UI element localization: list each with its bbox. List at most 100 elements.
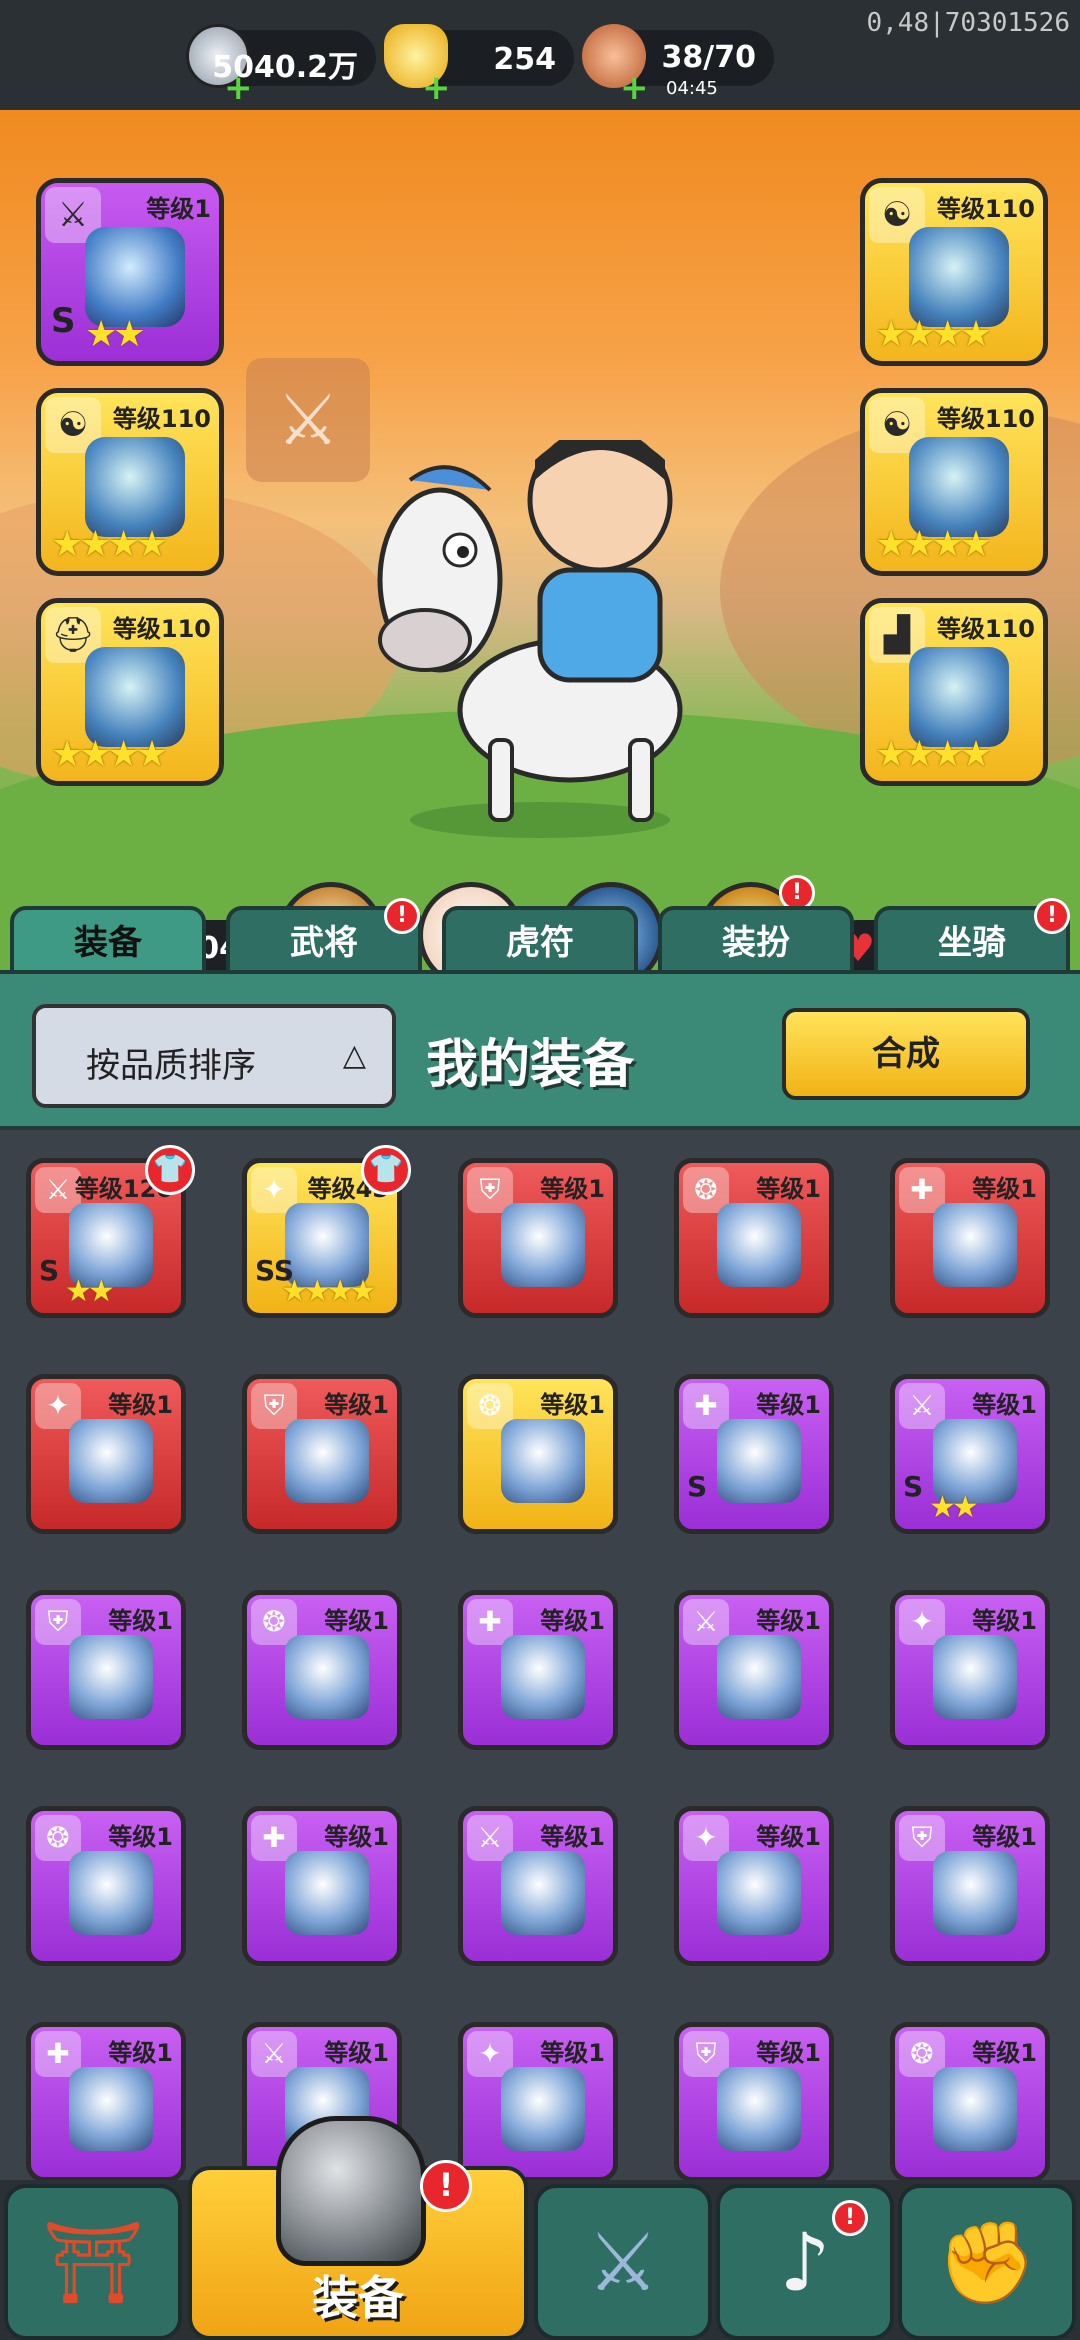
equipped-shirt-icon: 👕 [145,1145,195,1195]
equipment-panel-header: 按品质排序 △ 我的装备 合成 [0,970,1080,1130]
tab-tiger-tally[interactable]: 虎符 [442,906,638,978]
equipment-item[interactable]: ⛨ 等级1 [674,2022,834,2182]
locked-weapon-slot-icon[interactable]: ⚔ [246,358,370,482]
equipment-art-icon [69,2067,153,2151]
slot-stars: ★★★★ [875,524,992,565]
equipment-grid: ⚔ 等级120 S ★★ 👕 ✦ 等级45 SS ★★★★ 👕 ⛨ 等级1 ❂ 等级1 ✚ 等级1 ✦ 等级1 ⛨ 等… [0,1134,1080,2184]
sort-label: 按品质排序 [86,1046,256,1086]
equipment-grade: S [687,1470,708,1503]
nav-equipment-button[interactable]: 装备 ! [188,2116,528,2340]
slot-level: 等级110 [936,615,1035,643]
merge-button[interactable]: 合成 [782,1008,1030,1100]
add-gold-icon[interactable]: + [422,71,451,105]
equipment-level: 等级1 [756,1823,821,1851]
equipment-item[interactable]: ❂ 等级1 [890,2022,1050,2182]
equip-slot-accessory-3[interactable]: ☯ 等级110 ★★★★ [860,388,1048,576]
equipment-level: 等级1 [756,1391,821,1419]
mount-alert-badge: ! [1034,898,1070,934]
equipment-art-icon [501,2067,585,2151]
equipment-level: 等级1 [540,1823,605,1851]
nav-horn-button[interactable]: ♪ ! [716,2184,894,2340]
equipment-level: 等级1 [324,1607,389,1635]
equipment-item[interactable]: ❂ 等级1 [674,1158,834,1318]
equipment-item[interactable]: ⛨ 等级1 [242,1374,402,1534]
stamina-counter[interactable]: + 38/70 04:45 [582,24,774,105]
equipment-grade: S [903,1470,924,1503]
equipment-art-icon [933,1203,1017,1287]
equipment-item[interactable]: ❂ 等级1 [458,1374,618,1534]
bottom-navigation: ⛩ 装备 ! ⚔ ♪ ! ✊ [0,2116,1080,2340]
hero-scene: ⚔ 等级1 S ★★ ⚔ ☯ 等级110 ★★★★ ⛑ 等级110 ★★★★ ☯… [0,110,1080,970]
nav-upgrade-button[interactable]: ✊ [898,2184,1076,2340]
silver-counter[interactable]: + 5040.2万 [186,24,376,105]
equipment-item[interactable]: ⛨ 等级1 [458,1158,618,1318]
equipment-art-icon [717,1419,801,1503]
nav-equipment-label: 装备 [312,2271,404,2325]
equipment-level: 等级1 [108,2039,173,2067]
equipment-item[interactable]: ❂ 等级1 [26,1806,186,1966]
equipment-art-icon [69,1419,153,1503]
slot-stars: ★★★★ [51,524,168,565]
gate-icon: ⛩ [42,2216,144,2309]
equipment-art-icon [285,1635,369,1719]
game-screen: { "top": { "silver": "5040.2万", "gold": … [0,0,1080,2340]
hero-on-horse-image [377,440,683,838]
equip-slot-accessory-2[interactable]: ☯ 等级110 ★★★★ [860,178,1048,366]
nav-city-button[interactable]: ⛩ [4,2184,182,2340]
equipment-item[interactable]: ❂ 等级1 [242,1590,402,1750]
slot-level: 等级110 [112,615,211,643]
equipment-item[interactable]: ⛨ 等级1 [890,1806,1050,1966]
equipment-item[interactable]: ✦ 等级1 [890,1590,1050,1750]
sword-item-icon [85,227,185,327]
bracer-item-icon [909,437,1009,537]
equipment-art-icon [501,1419,585,1503]
equipment-item[interactable]: ✦ 等级45 SS ★★★★ 👕 [242,1145,411,1318]
helmet-icon [276,2116,426,2266]
shield-swords-icon: ⚔ [587,2216,659,2309]
slot-level: 等级110 [112,405,211,433]
equipment-level: 等级1 [972,1391,1037,1419]
equipment-item[interactable]: ✦ 等级1 [458,2022,618,2182]
equipment-item[interactable]: ✚ 等级1 [458,1590,618,1750]
equipment-art-icon [501,1203,585,1287]
boots-item-icon [909,647,1009,747]
version-label: 0,48|70301526 [866,8,1071,38]
equipment-level: 等级1 [540,1175,605,1203]
armor-item-icon [909,227,1009,327]
equipment-item[interactable]: ⚔ 等级1 S ★★ [890,1374,1050,1534]
equip-slot-weapon[interactable]: ⚔ 等级1 S ★★ [36,178,224,366]
equip-slot-helmet[interactable]: ⛑ 等级110 ★★★★ [36,598,224,786]
equipment-level: 等级1 [108,1391,173,1419]
nav-battle-button[interactable]: ⚔ [534,2184,712,2340]
equipment-item[interactable]: ✚ 等级1 S [674,1374,834,1534]
category-tabs: 装备 武将 ! 虎符 装扮 坐骑 ! [0,898,1080,978]
slot-stars: ★★★★ [875,314,992,355]
sort-by-quality-dropdown[interactable]: 按品质排序 △ [32,1004,396,1108]
equipment-item[interactable]: ✦ 等级1 [26,1374,186,1534]
equipment-level: 等级1 [972,2039,1037,2067]
equipment-item[interactable]: ✚ 等级1 [242,1806,402,1966]
slot-stars: ★★ [85,314,146,355]
tab-costume[interactable]: 装扮 [658,906,854,978]
equipment-item[interactable]: ⚔ 等级120 S ★★ 👕 [26,1145,195,1318]
equip-slot-accessory[interactable]: ☯ 等级110 ★★★★ [36,388,224,576]
equipment-item[interactable]: ⚔ 等级1 [458,1806,618,1966]
stamina-timer: 04:45 [666,78,718,99]
equip-slot-boots[interactable]: ▟ 等级110 ★★★★ [860,598,1048,786]
equipment-item[interactable]: ✚ 等级1 [890,1158,1050,1318]
equipment-item[interactable]: ✚ 等级1 [26,2022,186,2182]
generals-alert-badge: ! [384,898,420,934]
add-stamina-icon[interactable]: + [620,71,649,105]
equipment-item[interactable]: ⚔ 等级1 [674,1590,834,1750]
equipment-item[interactable]: ⛨ 等级1 [26,1590,186,1750]
silver-value: 5040.2万 [212,50,358,85]
slot-level: 等级110 [936,195,1035,223]
equipment-level: 等级1 [324,1391,389,1419]
equipment-grade: S [39,1254,60,1287]
tab-equipment[interactable]: 装备 [10,906,206,978]
equipment-item[interactable]: ✦ 等级1 [674,1806,834,1966]
equipment-art-icon [501,1635,585,1719]
accessory-item-icon [85,437,185,537]
equipment-art-icon [933,1635,1017,1719]
gold-counter[interactable]: + 254 [384,24,574,105]
